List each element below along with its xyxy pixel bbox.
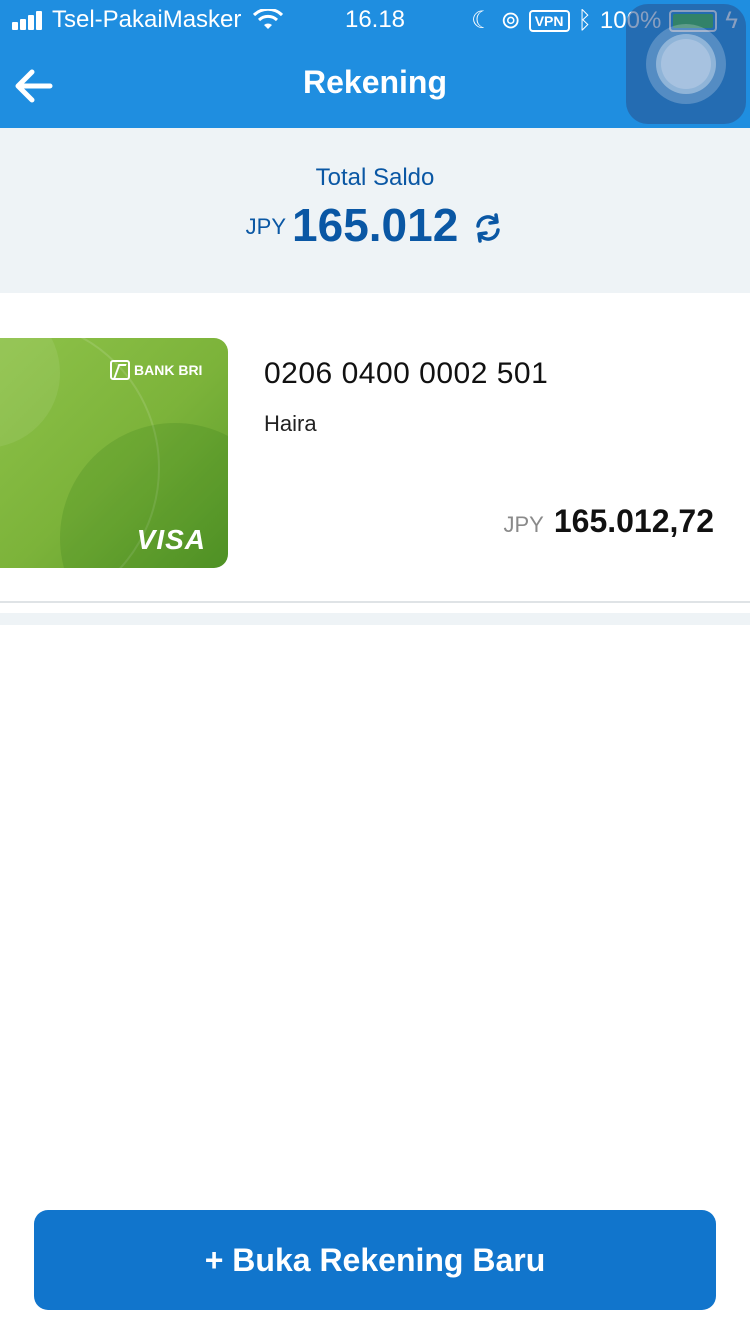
bank-logo: BANK BRI [110, 360, 202, 380]
bri-logo-icon [110, 360, 130, 380]
open-new-account-button[interactable]: + Buka Rekening Baru [34, 1210, 716, 1310]
total-balance-currency: JPY [245, 214, 287, 239]
total-balance-row: JPY 165.012 [0, 198, 750, 252]
total-balance-label: Total Saldo [315, 164, 435, 191]
moon-icon: ☾ [471, 7, 493, 34]
debit-card-image: BANK BRI VISA [0, 338, 228, 568]
account-holder-name: Haira [264, 411, 317, 436]
visa-logo: VISA [136, 524, 206, 555]
bluetooth-icon: ᛒ [577, 6, 592, 34]
section-divider [0, 613, 750, 625]
refresh-icon[interactable] [472, 212, 504, 244]
account-currency: JPY [503, 512, 544, 537]
account-amount: 165.012,72 [553, 503, 714, 539]
account-balance: JPY 165.012,72 [503, 503, 714, 540]
account-list-item[interactable]: BANK BRI VISA 0206 0400 0002 501 Haira J… [0, 293, 750, 603]
rotation-lock-icon: ⊚ [500, 7, 521, 34]
total-balance-amount: 165.012 [292, 199, 459, 251]
card-bank-name: BANK BRI [134, 362, 203, 378]
total-balance-section: Total Saldo JPY 165.012 [0, 128, 750, 293]
vpn-badge: VPN [528, 9, 570, 32]
assistive-touch-button[interactable] [626, 4, 746, 124]
account-number: 0206 0400 0002 501 [264, 357, 549, 390]
